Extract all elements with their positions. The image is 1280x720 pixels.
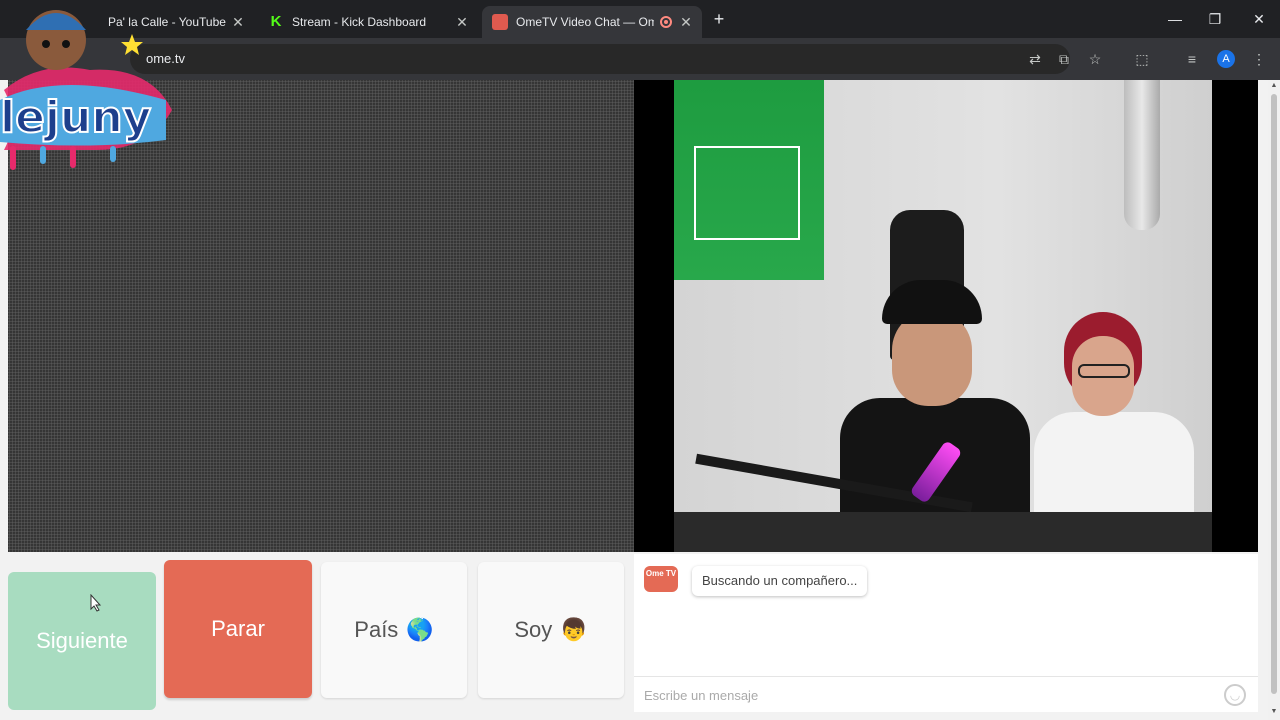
- punching-bag: [1124, 80, 1160, 230]
- tab-title: Stream - Kick Dashboard: [292, 15, 427, 29]
- close-icon[interactable]: ✕: [228, 12, 248, 32]
- menu-icon[interactable]: ⋮: [1248, 48, 1270, 70]
- stop-button[interactable]: Parar: [164, 560, 312, 698]
- country-button[interactable]: País 🌎: [321, 562, 467, 698]
- next-button[interactable]: Siguiente: [8, 572, 156, 710]
- globe-icon: 🌎: [406, 617, 434, 642]
- kick-icon: K: [270, 13, 282, 30]
- stop-button-label: Parar: [211, 616, 265, 641]
- next-button-label: Siguiente: [36, 628, 128, 653]
- media-controls-icon[interactable]: ≡: [1181, 48, 1203, 70]
- scroll-down-icon[interactable]: ▼: [1270, 708, 1278, 716]
- ometv-logo: Ome TV: [644, 566, 678, 592]
- tab-strip: Pa' la Calle - YouTube ✕ K Stream - Kick…: [0, 0, 1280, 38]
- translate-icon[interactable]: ⇄: [1024, 48, 1046, 70]
- recording-icon: [660, 16, 672, 28]
- country-button-label: País: [354, 617, 399, 642]
- boy-icon: 👦: [560, 617, 588, 642]
- logo-text: lejuny: [0, 92, 151, 143]
- local-video: [634, 80, 1258, 552]
- chat-panel: Ome TV Buscando un compañero... ◡: [634, 554, 1258, 712]
- profile-avatar[interactable]: A: [1217, 50, 1235, 68]
- close-icon[interactable]: ✕: [676, 12, 696, 32]
- chat-input-bar: ◡: [634, 676, 1258, 712]
- face-frame-box: [694, 146, 800, 240]
- ometv-icon: [492, 14, 508, 30]
- emoji-picker-icon[interactable]: ◡: [1224, 684, 1246, 706]
- desk: [674, 512, 1212, 552]
- close-window-button[interactable]: ✕: [1244, 8, 1274, 30]
- status-message: Buscando un compañero...: [692, 566, 868, 596]
- webcam-feed: [674, 80, 1212, 552]
- scrollbar[interactable]: ▲ ▼: [1268, 80, 1280, 720]
- minimize-button[interactable]: —: [1160, 8, 1190, 30]
- extensions-icon[interactable]: ⬚: [1131, 48, 1153, 70]
- gender-button[interactable]: Soy 👦: [478, 562, 624, 698]
- bookmark-star-icon[interactable]: ☆: [1084, 48, 1106, 70]
- maximize-button[interactable]: ❐: [1200, 8, 1230, 30]
- scroll-up-icon[interactable]: ▲: [1270, 82, 1278, 90]
- close-icon[interactable]: ✕: [452, 12, 472, 32]
- install-app-icon[interactable]: ⧉: [1053, 48, 1075, 70]
- scrollbar-thumb[interactable]: [1271, 94, 1277, 694]
- browser-toolbar: ome.tv ⇄ ⧉ ☆ ⬚ ≡ ⋮: [0, 38, 1280, 80]
- new-tab-button[interactable]: +: [709, 9, 729, 29]
- tab-kick[interactable]: K Stream - Kick Dashboard ✕: [258, 6, 478, 38]
- message-input[interactable]: [644, 685, 1204, 705]
- tab-title: OmeTV Video Chat — Ome: [516, 15, 654, 29]
- chat-controls: Siguiente Parar País 🌎 Soy 👦: [8, 560, 628, 712]
- mouse-cursor-icon: [90, 594, 102, 612]
- address-bar[interactable]: ome.tv: [130, 44, 1070, 74]
- gender-button-label: Soy: [514, 617, 553, 642]
- streamer-logo: lejuny: [0, 10, 172, 170]
- tab-ometv[interactable]: OmeTV Video Chat — Ome ✕: [482, 6, 702, 38]
